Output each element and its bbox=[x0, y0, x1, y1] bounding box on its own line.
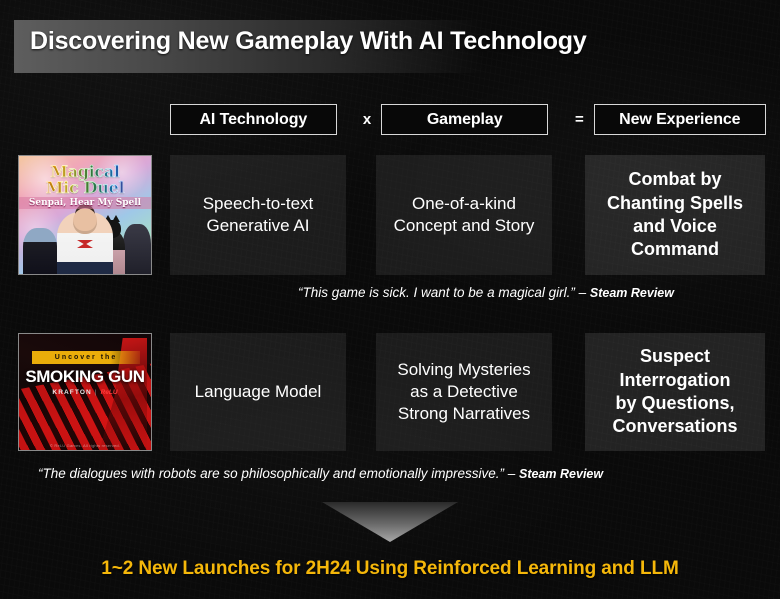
cell-line: as a Detective bbox=[410, 381, 518, 401]
cell-text-block: Speech-to-text Generative AI bbox=[203, 193, 314, 237]
cover-subtitle: Senpai, Hear My Spell bbox=[19, 197, 151, 209]
cover-art-magical-mic-duel: Magical Mic Duel Senpai, Hear My Spell bbox=[19, 156, 151, 274]
cell-ai-technology-row2: Language Model bbox=[170, 333, 346, 451]
quote-text: “This game is sick. I want to be a magic… bbox=[298, 285, 575, 300]
quote-source: Steam Review bbox=[519, 467, 604, 481]
cover-kicker-text: Uncover the bbox=[54, 354, 118, 361]
game-cover-smoking-gun: Uncover the SMOKING GUN KRAFTON | ReLU © R… bbox=[18, 333, 152, 451]
cell-line: Suspect bbox=[639, 346, 710, 367]
page-title: Discovering New Gameplay With AI Technol… bbox=[30, 27, 587, 55]
cell-text-block: One-of-a-kind Concept and Story bbox=[394, 193, 535, 237]
cell-line: Language Model bbox=[194, 381, 322, 401]
cell-line: Strong Narratives bbox=[397, 404, 531, 424]
cover-copyright: © ReLU Games. All rights reserved. bbox=[49, 443, 121, 448]
cover-figure-head bbox=[73, 208, 97, 234]
cover-art-smoking-gun: Uncover the SMOKING GUN KRAFTON | ReLU © R… bbox=[19, 334, 151, 450]
cell-text-block: Solving Mysteries as a Detective Strong … bbox=[397, 359, 530, 425]
cell-text-block: Combat by Chanting Spells and Voice Comm… bbox=[607, 168, 743, 262]
cell-gameplay-row2: Solving Mysteries as a Detective Strong … bbox=[376, 333, 552, 451]
slide-root: Discovering New Gameplay With AI Technol… bbox=[0, 0, 780, 599]
header-box-new-experience: New Experience bbox=[593, 104, 766, 135]
game-row-magical-mic-duel: Magical Mic Duel Senpai, Hear My Spell S… bbox=[0, 153, 780, 277]
cell-gameplay-row1: One-of-a-kind Concept and Story bbox=[376, 155, 552, 275]
cell-line: Concept and Story bbox=[393, 216, 535, 235]
cell-line: Solving Mysteries bbox=[397, 359, 531, 379]
header-box-ai-technology: AI Technology bbox=[170, 104, 337, 135]
cover-figure-left bbox=[23, 228, 57, 274]
cell-line: Combat by bbox=[628, 169, 722, 190]
cell-new-experience-row2: Suspect Interrogation by Questions, Conv… bbox=[585, 333, 765, 451]
cover-credits: KRAFTON | ReLU bbox=[19, 389, 151, 396]
game-row-smoking-gun: Uncover the SMOKING GUN KRAFTON | ReLU © R… bbox=[0, 333, 780, 453]
cell-text-block: Suspect Interrogation by Questions, Conv… bbox=[612, 345, 737, 439]
cell-line: Conversations bbox=[612, 416, 738, 437]
cover-title-line-2: Mic Duel bbox=[19, 178, 151, 198]
cell-line: Chanting Spells bbox=[606, 192, 743, 213]
header-box-gameplay: Gameplay bbox=[381, 104, 548, 135]
game-cover-magical-mic-duel: Magical Mic Duel Senpai, Hear My Spell bbox=[18, 155, 152, 275]
quote-source: Steam Review bbox=[589, 286, 674, 300]
steam-review-quote-row2: “The dialogues with robots are so philos… bbox=[38, 466, 603, 481]
equation-header-row: AI Technology x Gameplay = New Experienc… bbox=[170, 103, 766, 136]
cell-line: Speech-to-text bbox=[202, 193, 314, 213]
multiply-operator: x bbox=[362, 111, 372, 128]
down-arrow-icon bbox=[322, 502, 458, 542]
cell-line: by Questions, bbox=[615, 393, 735, 413]
cover-figure-far-right bbox=[123, 224, 151, 274]
cell-line: One-of-a-kind bbox=[412, 193, 516, 213]
quote-dash-glyph: – bbox=[578, 285, 587, 300]
credits-separator: | bbox=[94, 389, 98, 396]
publisher-name: KRAFTON bbox=[52, 389, 92, 396]
quote-text: “The dialogues with robots are so philos… bbox=[38, 466, 504, 481]
cell-ai-technology-row1: Speech-to-text Generative AI bbox=[170, 155, 346, 275]
cell-line: Command bbox=[630, 239, 719, 260]
cover-title: SMOKING GUN bbox=[25, 367, 145, 386]
cell-text-block: Language Model bbox=[195, 381, 322, 403]
cell-line: Interrogation bbox=[619, 369, 731, 390]
cell-new-experience-row1: Combat by Chanting Spells and Voice Comm… bbox=[585, 155, 765, 275]
studio-name: ReLU bbox=[100, 389, 118, 396]
equals-operator: = bbox=[574, 111, 584, 128]
steam-review-quote-row1: “This game is sick. I want to be a magic… bbox=[298, 285, 674, 300]
cell-line: and Voice bbox=[633, 216, 717, 236]
bottom-banner-text: 1~2 New Launches for 2H24 Using Reinforc… bbox=[101, 558, 679, 579]
cell-line: Generative AI bbox=[206, 216, 310, 235]
